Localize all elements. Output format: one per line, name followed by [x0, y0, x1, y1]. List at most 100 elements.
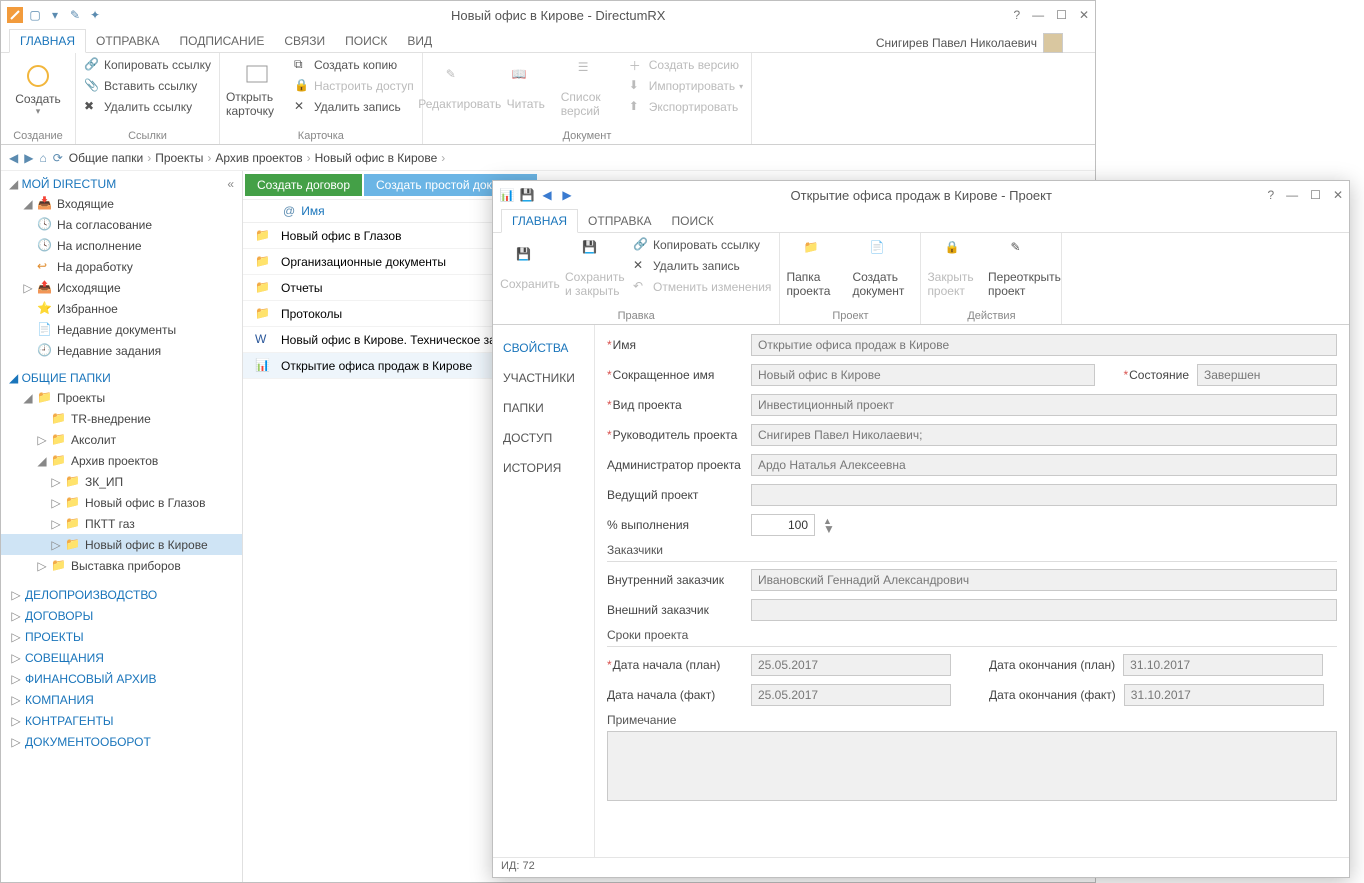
nav-approval[interactable]: 🕓На согласование: [1, 214, 242, 235]
nav-shared[interactable]: ◢ ОБЩИЕ ПАПКИ: [1, 369, 242, 387]
maximize-button[interactable]: ☐: [1056, 8, 1067, 22]
extcust-field[interactable]: [751, 599, 1337, 621]
crumb-0[interactable]: Общие папки: [69, 151, 143, 165]
copy-link-button[interactable]: 🔗Копировать ссылку: [82, 55, 213, 75]
intcust-field[interactable]: [751, 569, 1337, 591]
pct-field[interactable]: [751, 514, 815, 536]
delete-record-button[interactable]: ✕Удалить запись: [292, 97, 416, 117]
side-folders[interactable]: ПАПКИ: [493, 393, 594, 423]
nav-favorites[interactable]: ⭐Избранное: [1, 298, 242, 319]
tab-search[interactable]: ПОИСК: [335, 30, 397, 52]
crumb-3[interactable]: Новый офис в Кирове: [315, 151, 438, 165]
endplan-field[interactable]: [1123, 654, 1323, 676]
help-icon[interactable]: ?: [1013, 8, 1020, 22]
nav-cat-7[interactable]: ▷ДОКУМЕНТООБОРОТ: [1, 731, 242, 752]
dlg-help-icon[interactable]: ?: [1267, 188, 1274, 202]
dlg-reopen-button[interactable]: ✎Переоткрыть проект: [993, 235, 1055, 303]
endfact-field[interactable]: [1124, 684, 1324, 706]
dlg-copylink-button[interactable]: 🔗Копировать ссылку: [631, 235, 773, 255]
nav-cat-2[interactable]: ▷ПРОЕКТЫ: [1, 626, 242, 647]
nav-kirov[interactable]: ▷📁Новый офис в Кирове: [1, 534, 242, 555]
user-info[interactable]: Снигирев Павел Николаевич: [876, 33, 1063, 53]
tab-view[interactable]: ВИД: [397, 30, 442, 52]
access-button[interactable]: 🔒Настроить доступ: [292, 76, 416, 96]
tab-links[interactable]: СВЯЗИ: [274, 30, 335, 52]
dlg-delete-button[interactable]: ✕Удалить запись: [631, 256, 773, 276]
dlg-saveclose-button[interactable]: 💾Сохранить и закрыть: [565, 235, 627, 303]
lead-field[interactable]: [751, 484, 1337, 506]
nav-cat-4[interactable]: ▷ФИНАНСОВЫЙ АРХИВ: [1, 668, 242, 689]
side-participants[interactable]: УЧАСТНИКИ: [493, 363, 594, 393]
admin-field[interactable]: [751, 454, 1337, 476]
minimize-button[interactable]: —: [1032, 8, 1044, 22]
note-field[interactable]: [607, 731, 1337, 801]
versions-button[interactable]: ☰Список версий: [561, 55, 623, 123]
dlg-tab-main[interactable]: ГЛАВНАЯ: [501, 209, 578, 233]
create-copy-button[interactable]: ⧉Создать копию: [292, 55, 416, 75]
crumb-2[interactable]: Архив проектов: [215, 151, 302, 165]
nav-execution[interactable]: 🕓На исполнение: [1, 235, 242, 256]
dlg-folder-button[interactable]: 📁Папка проекта: [786, 235, 848, 303]
nav-cat-1[interactable]: ▷ДОГОВОРЫ: [1, 605, 242, 626]
nav-rework[interactable]: ↩На доработку: [1, 256, 242, 277]
close-button[interactable]: ✕: [1079, 8, 1089, 22]
edit-button[interactable]: ✎Редактировать: [429, 55, 491, 123]
nav-outbox[interactable]: ▷📤Исходящие: [1, 277, 242, 298]
name-field[interactable]: [751, 334, 1337, 356]
nav-glazov[interactable]: ▷📁Новый офис в Глазов: [1, 492, 242, 513]
nav-recenttasks[interactable]: 🕘Недавние задания: [1, 340, 242, 361]
import-button[interactable]: ⬇Импортировать▾: [627, 76, 745, 96]
dlg-tab-send[interactable]: ОТПРАВКА: [578, 210, 662, 232]
startplan-field[interactable]: [751, 654, 951, 676]
create-version-button[interactable]: ＋Создать версию: [627, 55, 745, 75]
nav-recentdocs[interactable]: 📄Недавние документы: [1, 319, 242, 340]
paste-link-button[interactable]: 📎Вставить ссылку: [82, 76, 213, 96]
nav-archive[interactable]: ◢📁Архив проектов: [1, 450, 242, 471]
qat-edit-icon[interactable]: ✎: [67, 7, 83, 23]
startfact-field[interactable]: [751, 684, 951, 706]
refresh-icon[interactable]: ⟳: [53, 151, 63, 165]
nav-inbox[interactable]: ◢📥Входящие: [1, 193, 242, 214]
nav-tr[interactable]: 📁TR-внедрение: [1, 408, 242, 429]
dlg-minimize-button[interactable]: —: [1286, 188, 1298, 202]
nav-exhibit[interactable]: ▷📁Выставка приборов: [1, 555, 242, 576]
nav-aksolit[interactable]: ▷📁Аксолит: [1, 429, 242, 450]
nav-pktt[interactable]: ▷📁ПКТТ газ: [1, 513, 242, 534]
crumb-1[interactable]: Проекты: [155, 151, 203, 165]
forward-icon[interactable]: ▶: [24, 151, 33, 165]
qat-btn-1[interactable]: ▢: [27, 7, 43, 23]
nav-zkip[interactable]: ▷📁ЗК_ИП: [1, 471, 242, 492]
state-field[interactable]: [1197, 364, 1337, 386]
nav-projects[interactable]: ◢📁Проекты: [1, 387, 242, 408]
back-icon[interactable]: ◀: [9, 151, 18, 165]
dlg-forward-icon[interactable]: ▶: [559, 187, 575, 203]
short-field[interactable]: [751, 364, 1095, 386]
nav-mydirectum[interactable]: ◢ МОЙ DIRECTUM«: [1, 175, 242, 193]
create-button[interactable]: Создать▾: [7, 55, 69, 123]
side-properties[interactable]: СВОЙСТВА: [493, 333, 594, 363]
home-icon[interactable]: ⌂: [39, 151, 46, 165]
create-contract-button[interactable]: Создать договор: [245, 174, 362, 196]
manager-field[interactable]: [751, 424, 1337, 446]
dlg-maximize-button[interactable]: ☐: [1310, 188, 1321, 202]
dlg-closeproj-button[interactable]: 🔒Закрыть проект: [927, 235, 989, 303]
nav-cat-6[interactable]: ▷КОНТРАГЕНТЫ: [1, 710, 242, 731]
nav-cat-0[interactable]: ▷ДЕЛОПРОИЗВОДСТВО: [1, 584, 242, 605]
tab-send[interactable]: ОТПРАВКА: [86, 30, 170, 52]
side-access[interactable]: ДОСТУП: [493, 423, 594, 453]
side-history[interactable]: ИСТОРИЯ: [493, 453, 594, 483]
dlg-tab-search[interactable]: ПОИСК: [662, 210, 724, 232]
tab-main[interactable]: ГЛАВНАЯ: [9, 29, 86, 53]
dlg-close-button[interactable]: ✕: [1333, 188, 1343, 202]
export-button[interactable]: ⬆Экспортировать: [627, 97, 745, 117]
delete-link-button[interactable]: ✖Удалить ссылку: [82, 97, 213, 117]
dlg-createdoc-button[interactable]: 📄Создать документ: [852, 235, 914, 303]
nav-cat-3[interactable]: ▷СОВЕЩАНИЯ: [1, 647, 242, 668]
dlg-save-button[interactable]: 💾Сохранить: [499, 235, 561, 303]
collapse-icon[interactable]: «: [227, 177, 234, 191]
qat-btn-2[interactable]: ▾: [47, 7, 63, 23]
dlg-undo-button[interactable]: ↶Отменить изменения: [631, 277, 773, 297]
dlg-save-icon[interactable]: 💾: [519, 187, 535, 203]
tab-sign[interactable]: ПОДПИСАНИЕ: [170, 30, 275, 52]
read-button[interactable]: 📖Читать: [495, 55, 557, 123]
